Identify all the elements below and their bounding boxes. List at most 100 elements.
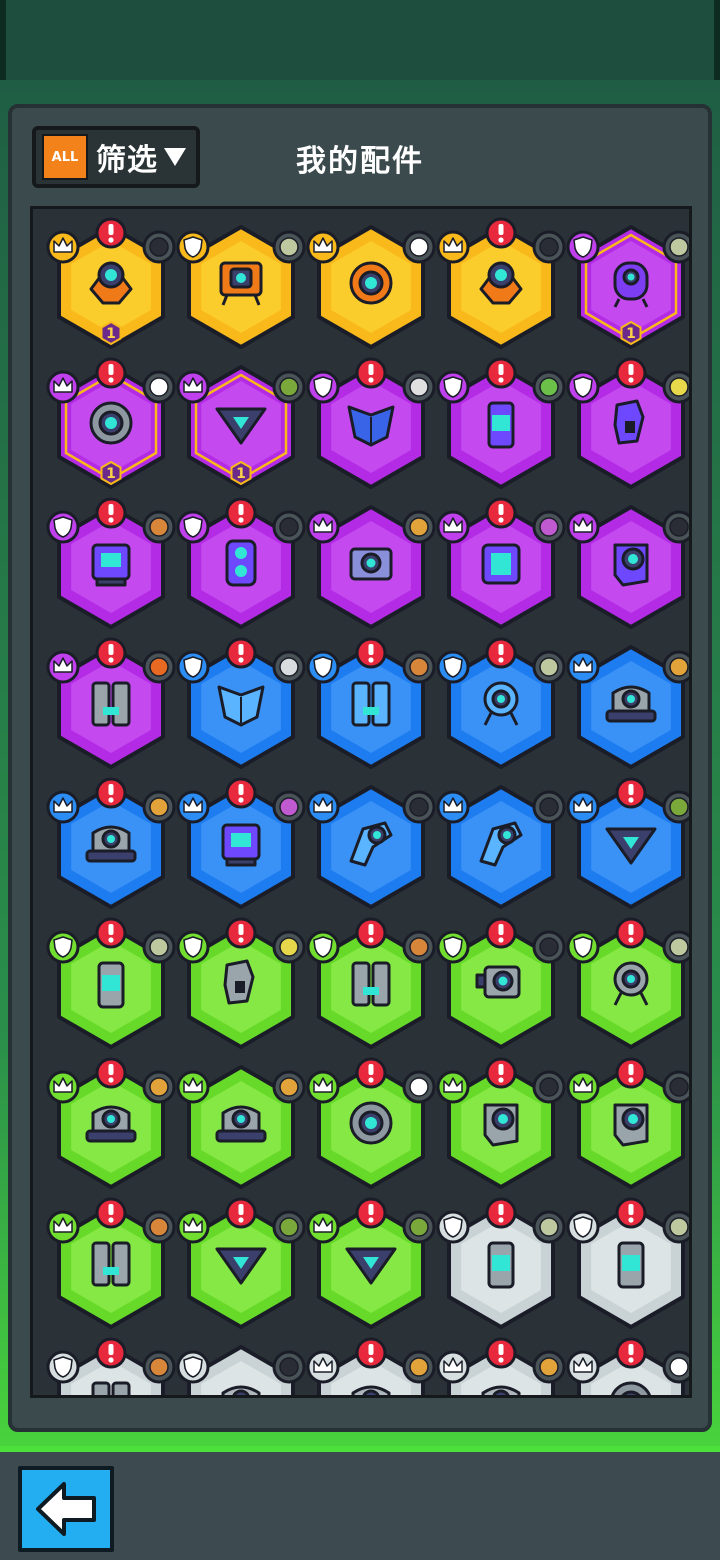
part-card[interactable] xyxy=(46,497,176,633)
part-card[interactable] xyxy=(306,637,436,773)
back-button[interactable] xyxy=(18,1466,114,1552)
dark-dome-icon xyxy=(532,930,566,964)
dark-gun-icon xyxy=(402,790,436,824)
page-title: 我的配件 xyxy=(296,144,424,179)
part-card[interactable] xyxy=(436,637,566,773)
shield-icon xyxy=(566,1210,600,1244)
spiky-ball-icon xyxy=(662,930,689,964)
part-card[interactable]: 1 xyxy=(176,357,306,493)
shield-icon xyxy=(566,370,600,404)
part-card[interactable] xyxy=(566,917,689,1053)
part-card[interactable] xyxy=(566,357,689,493)
alert-icon xyxy=(485,1337,517,1369)
spiky-ball-icon xyxy=(532,1210,566,1244)
shield-icon xyxy=(436,370,470,404)
alert-icon xyxy=(485,497,517,529)
part-card[interactable] xyxy=(306,777,436,913)
level-text: 1 xyxy=(106,466,116,482)
alert-icon xyxy=(615,777,647,809)
dropdown-caret-icon xyxy=(164,148,186,166)
part-card[interactable] xyxy=(566,1197,689,1333)
part-card[interactable] xyxy=(176,1337,306,1395)
part-card[interactable] xyxy=(306,217,436,353)
alert-icon xyxy=(485,357,517,389)
alert-icon xyxy=(225,1197,257,1229)
part-card[interactable] xyxy=(306,357,436,493)
shield-icon xyxy=(436,650,470,684)
drill-icon xyxy=(662,650,689,684)
bottle-icon xyxy=(272,1210,306,1244)
soccer-ball-icon xyxy=(402,230,436,264)
drill-icon xyxy=(402,1350,436,1384)
part-card[interactable] xyxy=(46,637,176,773)
part-card[interactable] xyxy=(176,637,306,773)
part-card[interactable]: 1 xyxy=(46,357,176,493)
alert-icon xyxy=(355,637,387,669)
part-card[interactable]: 1 xyxy=(566,217,689,353)
part-card[interactable] xyxy=(566,1337,689,1395)
part-card[interactable] xyxy=(436,217,566,353)
part-card[interactable] xyxy=(306,1197,436,1333)
shield-icon xyxy=(436,1210,470,1244)
part-card[interactable] xyxy=(436,1057,566,1193)
screen-box-icon xyxy=(349,547,393,581)
radiation-icon xyxy=(662,370,689,404)
filter-button[interactable]: ALL 筛选 xyxy=(32,126,200,188)
battery-pack-icon xyxy=(481,543,521,585)
alert-icon xyxy=(485,1197,517,1229)
level-text: 1 xyxy=(626,326,636,342)
part-card[interactable] xyxy=(46,1057,176,1193)
part-card[interactable] xyxy=(566,777,689,913)
part-card[interactable] xyxy=(306,1337,436,1395)
alert-icon xyxy=(225,637,257,669)
shield-icon xyxy=(46,1350,80,1384)
part-card[interactable] xyxy=(436,777,566,913)
parts-grid[interactable]: 1 1 1 1 xyxy=(30,206,692,1398)
alert-icon xyxy=(95,917,127,949)
part-card[interactable] xyxy=(176,1197,306,1333)
part-card[interactable] xyxy=(436,497,566,633)
part-card[interactable] xyxy=(436,1197,566,1333)
brick-icon xyxy=(142,510,176,544)
dome-base-icon xyxy=(85,825,137,863)
shield-icon xyxy=(306,650,340,684)
part-card[interactable] xyxy=(176,217,306,353)
part-card[interactable] xyxy=(176,777,306,913)
part-card[interactable]: 1 xyxy=(46,217,176,353)
part-card[interactable] xyxy=(306,497,436,633)
crown-icon xyxy=(46,790,80,824)
part-card[interactable] xyxy=(436,917,566,1053)
part-card[interactable] xyxy=(46,1197,176,1333)
alert-icon xyxy=(485,1057,517,1089)
alert-icon xyxy=(355,1057,387,1089)
shield-icon xyxy=(176,650,210,684)
part-card[interactable] xyxy=(566,1057,689,1193)
monitor-bot-icon xyxy=(91,543,131,587)
part-card[interactable] xyxy=(176,497,306,633)
part-card[interactable] xyxy=(176,917,306,1053)
part-card[interactable] xyxy=(436,357,566,493)
dark-gun-icon xyxy=(662,510,689,544)
shield-icon xyxy=(306,930,340,964)
part-card[interactable] xyxy=(306,1057,436,1193)
part-card[interactable] xyxy=(566,637,689,773)
crown-icon xyxy=(176,1070,210,1104)
shield-icon xyxy=(46,930,80,964)
alert-icon xyxy=(95,497,127,529)
alert-icon xyxy=(95,637,127,669)
part-card[interactable] xyxy=(46,777,176,913)
alert-icon xyxy=(355,1197,387,1229)
part-card[interactable] xyxy=(436,1337,566,1395)
part-card[interactable] xyxy=(566,497,689,633)
part-card[interactable] xyxy=(176,1057,306,1193)
crown-icon xyxy=(46,1210,80,1244)
brick-icon xyxy=(142,1210,176,1244)
ring-core-icon xyxy=(89,401,133,445)
part-card[interactable] xyxy=(306,917,436,1053)
monitor-bot-icon xyxy=(221,823,261,867)
part-card[interactable] xyxy=(46,1337,176,1395)
spiky-ball-icon xyxy=(142,930,176,964)
bottle-icon xyxy=(272,370,306,404)
part-card[interactable] xyxy=(46,917,176,1053)
drill-icon xyxy=(142,1070,176,1104)
